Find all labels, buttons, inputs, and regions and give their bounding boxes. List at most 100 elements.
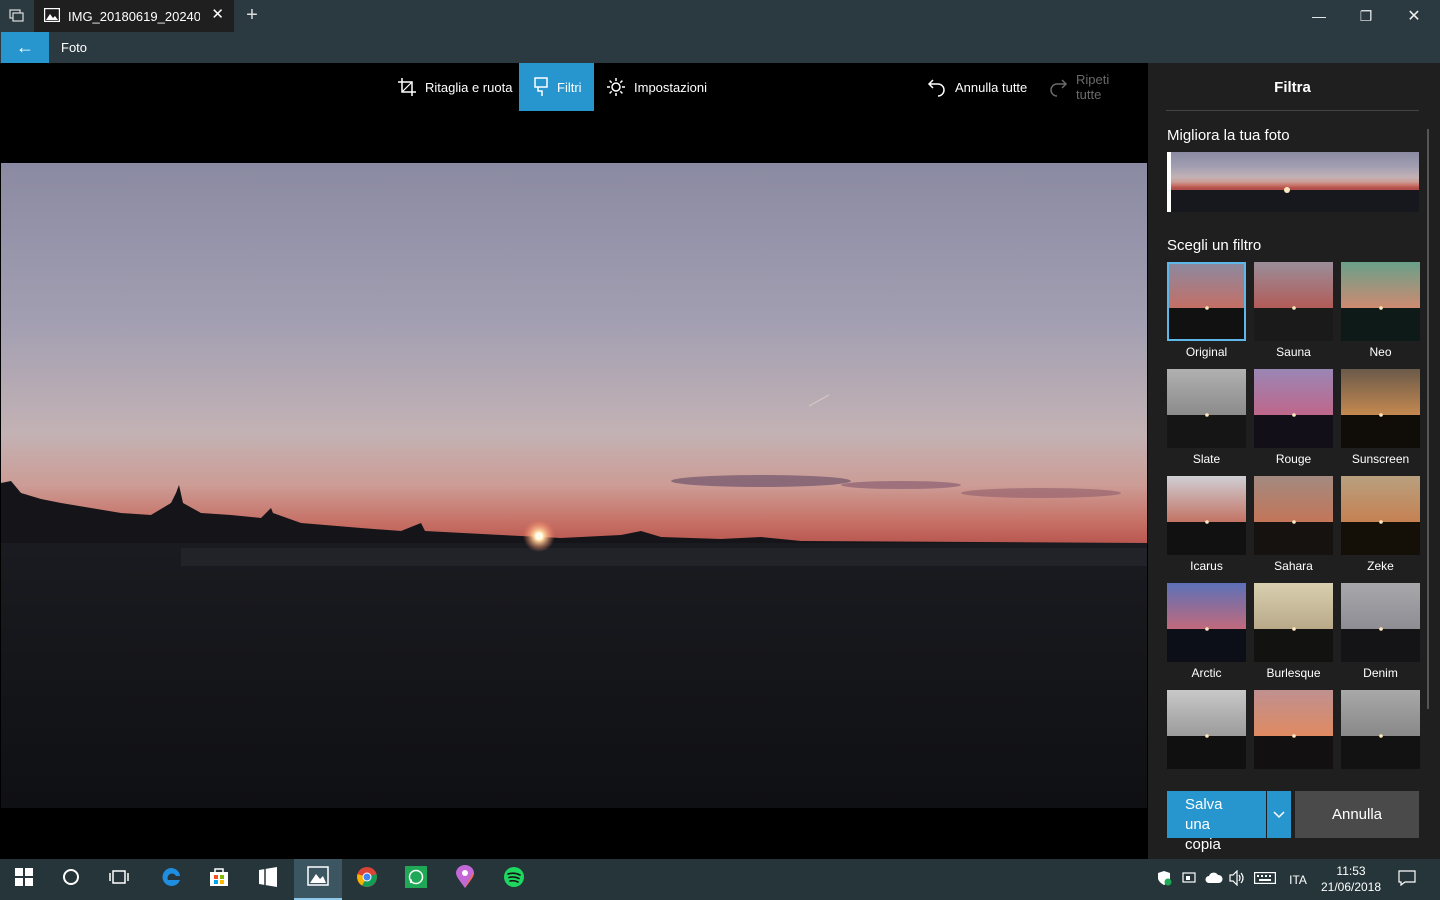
tray-device[interactable]	[1178, 859, 1200, 900]
notification-icon	[1398, 870, 1416, 889]
filter-label: Rouge	[1275, 452, 1312, 466]
tray-security[interactable]	[1152, 859, 1176, 900]
filter-sahara[interactable]: Sahara	[1254, 476, 1333, 573]
filter-thumbnail	[1341, 262, 1420, 341]
filter-filter-14[interactable]	[1254, 690, 1333, 774]
panel-title: Filtra	[1274, 79, 1311, 96]
new-tab-button[interactable]: +	[240, 4, 264, 28]
redo-all-button[interactable]: Ripeti tutte	[1038, 63, 1147, 111]
save-options-button[interactable]	[1267, 791, 1291, 838]
filter-slate[interactable]: Slate	[1167, 369, 1246, 466]
tray-onedrive[interactable]	[1202, 859, 1226, 900]
chrome-icon	[356, 866, 378, 893]
filter-panel: Filtra Migliora la tua foto Scegli un fi…	[1148, 63, 1440, 859]
filter-sunscreen[interactable]: Sunscreen	[1341, 369, 1420, 466]
filter-zeke[interactable]: Zeke	[1341, 476, 1420, 573]
task-view-button[interactable]	[95, 859, 143, 900]
crop-rotate-button[interactable]: Ritaglia e ruota	[387, 63, 522, 111]
tab-current-photo[interactable]: IMG_20180619_202406 ✕	[34, 0, 234, 32]
taskbar-photos[interactable]	[294, 859, 342, 900]
filter-label: Icarus	[1190, 559, 1223, 573]
save-copy-button[interactable]: Salva una copia	[1167, 791, 1266, 853]
filter-rouge[interactable]: Rouge	[1254, 369, 1333, 466]
title-bar: IMG_20180619_202406 ✕ + — ❐ ✕	[0, 0, 1440, 32]
action-center-button[interactable]	[1392, 859, 1422, 900]
redo-icon	[1048, 77, 1068, 97]
taskbar: ITA 11:53 21/06/2018	[0, 859, 1440, 900]
minimize-button[interactable]: —	[1296, 0, 1342, 32]
start-button[interactable]	[0, 859, 48, 900]
back-arrow-icon: ←	[16, 37, 34, 57]
cloud-icon	[1205, 872, 1223, 887]
enhance-slider-thumb[interactable]	[1167, 152, 1171, 212]
taskbar-edge[interactable]	[147, 859, 195, 900]
map-pin-icon	[455, 865, 475, 894]
filter-label: Original	[1185, 345, 1228, 359]
filter-grid: Original Sauna Neo Slate Rouge Sunscreen Icaru…	[1167, 262, 1421, 774]
clock[interactable]: 11:53 21/06/2018	[1316, 863, 1386, 895]
filter-filter-15[interactable]	[1341, 690, 1420, 774]
back-button[interactable]: ←	[1, 32, 49, 63]
shield-icon	[1156, 870, 1172, 889]
taskbar-spotify[interactable]	[490, 859, 538, 900]
filter-thumbnail	[1254, 690, 1333, 769]
filter-icarus[interactable]: Icarus	[1167, 476, 1246, 573]
tab-filters[interactable]: Filtri	[519, 63, 594, 111]
filter-original[interactable]: Original	[1167, 262, 1246, 359]
filter-label: Sunscreen	[1351, 452, 1410, 466]
filter-label: Zeke	[1367, 559, 1394, 573]
close-window-button[interactable]: ✕	[1391, 0, 1437, 32]
filter-neo[interactable]: Neo	[1341, 262, 1420, 359]
edit-toolbar: Ritaglia e ruota Filtri Impostazioni Ann…	[1, 63, 1147, 111]
enhance-slider[interactable]	[1167, 152, 1419, 212]
filter-filter-13[interactable]	[1167, 690, 1246, 774]
tabs-overview-icon[interactable]	[0, 0, 34, 32]
filter-sauna[interactable]: Sauna	[1254, 262, 1333, 359]
filter-label: Arctic	[1191, 666, 1222, 680]
enhance-preview	[1167, 152, 1419, 212]
undo-all-label: Annulla tutte	[955, 79, 1028, 95]
app-window-icon	[257, 866, 279, 893]
keyboard-icon	[1254, 872, 1276, 887]
cortana-icon	[62, 868, 80, 891]
filters-label: Filtri	[557, 79, 582, 95]
cancel-button[interactable]: Annulla	[1295, 791, 1419, 838]
filter-thumbnail	[1341, 690, 1420, 769]
filter-label: Slate	[1192, 452, 1221, 466]
speaker-icon	[1228, 869, 1246, 889]
language-indicator[interactable]: ITA	[1284, 859, 1312, 900]
taskbar-chrome[interactable]	[343, 859, 391, 900]
chevron-down-icon	[1273, 806, 1285, 824]
filter-label: Neo	[1369, 345, 1392, 359]
photo-preview	[1, 163, 1147, 808]
filter-label: Sauna	[1276, 345, 1311, 359]
taskbar-whatsapp[interactable]	[392, 859, 440, 900]
filter-burlesque[interactable]: Burlesque	[1254, 583, 1333, 680]
clock-time: 11:53	[1336, 864, 1366, 878]
taskbar-explorer[interactable]	[244, 859, 292, 900]
panel-divider	[1166, 110, 1419, 111]
filter-thumbnail	[1254, 583, 1333, 662]
undo-all-button[interactable]: Annulla tutte	[917, 63, 1037, 111]
filter-label: Burlesque	[1266, 666, 1321, 680]
tray-keyboard[interactable]	[1252, 859, 1278, 900]
filter-arctic[interactable]: Arctic	[1167, 583, 1246, 680]
task-view-icon	[109, 868, 129, 891]
taskbar-maps[interactable]	[441, 859, 489, 900]
photos-app-icon	[307, 866, 329, 891]
tab-close-icon[interactable]: ✕	[211, 7, 224, 23]
device-icon	[1181, 871, 1197, 888]
enhance-title: Migliora la tua foto	[1167, 127, 1290, 144]
filter-thumbnail	[1254, 262, 1333, 341]
filter-thumbnail	[1167, 369, 1246, 448]
tray-volume[interactable]	[1226, 859, 1248, 900]
panel-scrollbar[interactable]	[1427, 129, 1429, 709]
tab-settings[interactable]: Impostazioni	[596, 63, 717, 111]
filter-thumbnail	[1167, 583, 1246, 662]
search-button[interactable]	[47, 859, 95, 900]
maximize-button[interactable]: ❐	[1343, 0, 1389, 32]
crop-icon	[397, 77, 417, 97]
taskbar-store[interactable]	[195, 859, 243, 900]
brightness-icon	[606, 77, 626, 97]
filter-denim[interactable]: Denim	[1341, 583, 1420, 680]
